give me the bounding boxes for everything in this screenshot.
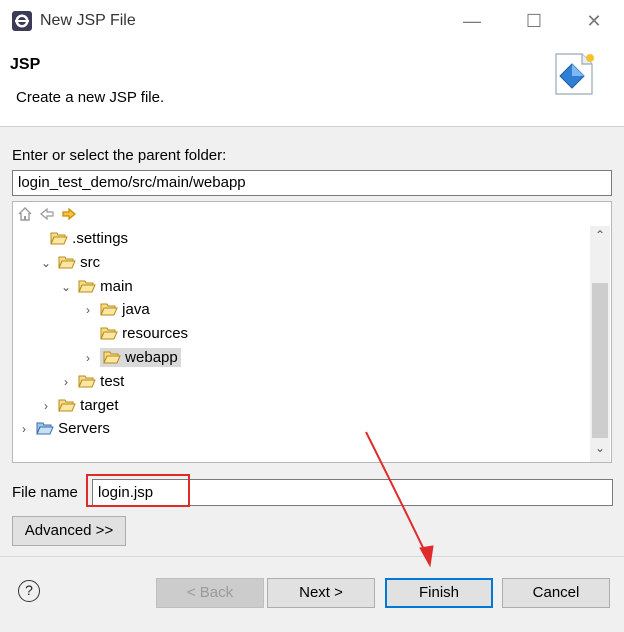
window-title: New JSP File — [40, 12, 136, 29]
eclipse-app-icon — [12, 11, 32, 31]
wizard-header — [0, 42, 624, 127]
tree-item-webapp[interactable]: › webapp — [80, 346, 181, 369]
tree-item-label: src — [80, 254, 101, 271]
tree-item-settings[interactable]: .settings — [30, 227, 128, 250]
scrollbar-thumb[interactable] — [592, 283, 608, 438]
tree-item-label: target — [80, 397, 119, 414]
chevron-right-icon[interactable]: › — [16, 418, 32, 441]
close-button[interactable]: ✕ — [578, 6, 610, 36]
tree-item-label: Servers — [58, 420, 110, 437]
folder-open-icon — [100, 303, 118, 316]
chevron-right-icon[interactable]: › — [80, 347, 96, 370]
project-folder-icon — [36, 422, 54, 435]
jsp-file-wizard-icon — [555, 53, 594, 95]
help-icon[interactable]: ? — [18, 580, 40, 602]
tree-item-label: main — [100, 278, 133, 295]
advanced-button[interactable]: Advanced >> — [12, 516, 126, 546]
tree-item-servers[interactable]: › Servers — [16, 417, 110, 440]
minimize-button[interactable]: — — [456, 6, 488, 36]
tree-item-target[interactable]: › target — [38, 394, 119, 417]
tree-item-main[interactable]: ⌄ main — [58, 275, 133, 298]
annotation-highlight-box — [86, 474, 190, 507]
folder-open-icon — [50, 232, 68, 245]
chevron-down-icon[interactable]: ⌄ — [38, 252, 54, 275]
scroll-down-icon[interactable]: ⌄ — [590, 441, 610, 459]
tree-item-label: .settings — [72, 230, 129, 247]
tree-item-label: webapp — [125, 349, 178, 366]
file-name-label: File name — [12, 484, 78, 501]
chevron-right-icon[interactable]: › — [38, 395, 54, 418]
tree-item-label: test — [100, 373, 125, 390]
back-button: < Back — [156, 578, 264, 608]
folder-open-icon — [103, 351, 121, 364]
tree-item-java[interactable]: › java — [80, 298, 150, 321]
folder-open-icon — [100, 327, 118, 340]
selected-tree-item: webapp — [100, 348, 181, 367]
footer-divider — [0, 556, 624, 557]
parent-folder-label: Enter or select the parent folder: — [12, 147, 227, 164]
maximize-button[interactable]: ☐ — [518, 6, 550, 36]
folder-open-icon — [58, 256, 76, 269]
folder-open-icon — [78, 280, 96, 293]
cancel-button[interactable]: Cancel — [502, 578, 610, 608]
finish-button[interactable]: Finish — [385, 578, 493, 608]
page-description: Create a new JSP file. — [16, 89, 165, 106]
tree-item-label: java — [122, 301, 150, 318]
scroll-up-icon[interactable]: ⌃ — [590, 228, 610, 246]
tree-item-src[interactable]: ⌄ src — [38, 251, 100, 274]
tree-item-test[interactable]: › test — [58, 370, 124, 393]
tree-item-label: resources — [122, 325, 189, 342]
next-button[interactable]: Next > — [267, 578, 375, 608]
home-icon[interactable] — [16, 205, 34, 223]
chevron-right-icon[interactable]: › — [58, 371, 74, 394]
page-title: JSP — [10, 56, 41, 73]
forward-arrow-icon[interactable] — [60, 205, 78, 223]
chevron-down-icon[interactable]: ⌄ — [58, 276, 74, 299]
parent-folder-input[interactable]: login_test_demo/src/main/webapp — [12, 170, 612, 196]
tree-item-resources[interactable]: resources — [80, 322, 188, 345]
folder-open-icon — [58, 399, 76, 412]
chevron-right-icon[interactable]: › — [80, 299, 96, 322]
folder-open-icon — [78, 375, 96, 388]
back-arrow-icon[interactable] — [38, 205, 56, 223]
